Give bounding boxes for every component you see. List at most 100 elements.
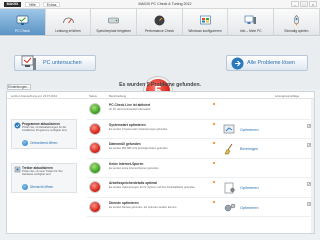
tab-label: Leistung erhöhen (55, 29, 81, 33)
programs-update-text: Prüfen Sie, ob Aktualisierungen für die … (22, 126, 68, 132)
tab-label: Info – Mein PC (239, 29, 262, 33)
clean-junk-button[interactable]: Bereinigen (223, 143, 258, 155)
tab-label: Einmalig spielen (284, 29, 309, 33)
go-icon (22, 184, 28, 190)
action-label: Optimieren (240, 186, 259, 190)
drivers-update-box: Treiber aktualisieren Prüfen Sie, ob neu… (11, 163, 77, 193)
result-title: Keine Internet-Spuren (109, 161, 144, 166)
scan-pc-label: PC untersuchen (43, 60, 82, 66)
go-icon (22, 140, 28, 146)
result-description: Es wurden Optimierungen für Ihr System u… (109, 186, 196, 189)
tab-pc-check[interactable]: PC Check (0, 9, 46, 35)
sidebar: Programme aktualisieren Prüfen Sie, ob A… (7, 99, 82, 233)
update-icon (14, 122, 21, 129)
column-status: Status (89, 94, 97, 98)
main-toolbar: PC Check Leistung erhöhen Speicherplatz … (0, 9, 320, 36)
status-error-icon (89, 122, 101, 135)
optimize-systemstart-button[interactable]: Optimieren (223, 124, 259, 136)
result-title: Arbeitsspeicherdetails optimal (109, 181, 158, 185)
optimize-memory-button[interactable]: Optimieren (223, 182, 259, 194)
result-description: Es wurden keine Internet-Spuren gefunden… (109, 166, 160, 170)
title-bar: MAGIX Hilfe Extras MAGIX PC Check & Tuni… (0, 0, 320, 9)
action-label: Optimieren (240, 205, 259, 210)
tab-speicherplatz[interactable]: Speicherplatz freigeben (91, 9, 138, 35)
tab-label: PC Check (14, 29, 30, 33)
pc-scan-icon (21, 55, 36, 70)
column-solution: Lösungsvorschläge (275, 94, 300, 98)
summary-text: Es wurden 5 Probleme gefunden. (119, 82, 201, 88)
info-dot-icon (213, 200, 215, 203)
optimize-services-button[interactable]: Optimieren (223, 202, 259, 214)
maximize-button[interactable]: □ (300, 1, 308, 7)
result-row-pc-check-live: PC Check Live ist aktiviert Ihr PC wird … (87, 100, 313, 120)
info-dot-icon (213, 161, 215, 164)
status-error-icon (89, 142, 101, 154)
app-logo: MAGIX (4, 2, 21, 7)
result-list: PC Check Live ist aktiviert Ihr PC wird … (87, 100, 313, 217)
status-error-icon (89, 200, 101, 213)
tab-label: Performance Check (144, 29, 174, 33)
fix-all-button[interactable]: Alle Probleme lösen (226, 55, 308, 71)
drivers-update-text: Prüfen Sie, ob neue Treiber für Ihre Har… (22, 170, 63, 176)
result-row-systemstart: Systemstart optimieren Es wurden 3 Syste… (87, 120, 313, 139)
info-dot-icon (213, 142, 215, 144)
menu-extras[interactable]: Extras (42, 2, 61, 7)
status-ok-icon (89, 103, 101, 115)
open-overview-button[interactable]: Übersicht öffnen (22, 184, 53, 190)
tab-performance[interactable]: Performance Check (137, 9, 183, 35)
column-header: Letzte Untersuchung am: 23.07.2012 Statu… (7, 92, 314, 99)
info-dot-icon (213, 122, 215, 125)
column-description: Beschreibung (109, 94, 127, 98)
tune-icon (223, 124, 235, 133)
window-controls: – □ × (291, 1, 317, 7)
result-title: PC Check Live ist aktiviert (109, 103, 151, 107)
open-online-service-button[interactable]: Onlinedienst öffnen (22, 140, 57, 146)
hard-drive-icon (108, 17, 120, 24)
result-description: Es wurden Dienste gefunden, die optimier… (109, 205, 178, 209)
result-description: Ihr PC wird kontinuierlich überwacht. (109, 108, 152, 111)
driver-icon (14, 166, 21, 173)
open-online-service-label: Onlinedienst öffnen (30, 141, 58, 145)
last-check-text: Letzte Untersuchung am: 23.07.2012 (11, 94, 58, 98)
result-row-internet-spuren: Keine Internet-Spuren Es wurden keine In… (87, 159, 313, 178)
tab-label: Speicherplatz freigeben (96, 29, 132, 33)
tab-leistung[interactable]: Leistung erhöhen (46, 9, 92, 35)
menu-bar: Hilfe Extras (25, 2, 61, 7)
programs-update-box: Programme aktualisieren Prüfen Sie, ob A… (11, 119, 77, 149)
close-button[interactable]: × (309, 1, 317, 7)
pc-info-icon (244, 15, 257, 24)
arrow-right-icon (231, 57, 244, 70)
scan-pc-button[interactable]: PC untersuchen (14, 55, 96, 71)
status-ok-icon (89, 161, 101, 174)
action-label: Bereinigen (240, 147, 259, 151)
info-dot-icon (213, 103, 215, 105)
menu-help[interactable]: Hilfe (25, 2, 40, 7)
tab-info[interactable]: Info – Mein PC (228, 9, 275, 35)
action-label: Optimieren (240, 127, 259, 132)
broom-icon (224, 143, 233, 155)
result-title: Dienste optimieren (109, 200, 139, 205)
tab-windows[interactable]: Windows konfigurieren (183, 9, 229, 35)
result-description: Es wurden 862 MB nicht benötigte Daten g… (109, 147, 169, 150)
minimize-button[interactable]: – (291, 1, 299, 7)
settings-button[interactable]: Einstellungen... (7, 84, 31, 90)
tab-label: Windows konfigurieren (188, 29, 222, 33)
status-error-icon (89, 181, 101, 193)
fix-all-label: Alle Probleme lösen (247, 60, 295, 66)
result-row-datenmuell: Datenmüll gefunden Es wurden 862 MB nich… (87, 139, 313, 159)
scrollbar[interactable] (311, 99, 314, 233)
document-gear-icon (224, 182, 235, 194)
results-panel: Letzte Untersuchung am: 23.07.2012 Statu… (6, 91, 315, 234)
result-description: Es wurden 3 Systemstart-Optimierungen ge… (109, 127, 168, 131)
open-overview-label: Übersicht öffnen (30, 185, 54, 189)
monitor-check-icon (16, 15, 29, 25)
speedometer-icon (62, 17, 74, 24)
windows-settings-icon (199, 15, 211, 25)
gauge-icon (154, 15, 165, 26)
window-title: MAGIX PC Check & Tuning 2012 (138, 2, 192, 6)
tab-einmalig[interactable]: Einmalig spielen (274, 9, 320, 35)
result-row-arbeitsspeicher: Arbeitsspeicherdetails optimal Es wurden… (87, 178, 313, 198)
result-title: Datenmüll gefunden (109, 142, 141, 146)
result-title: Systemstart optimieren (109, 122, 146, 127)
gears-icon (224, 203, 236, 211)
